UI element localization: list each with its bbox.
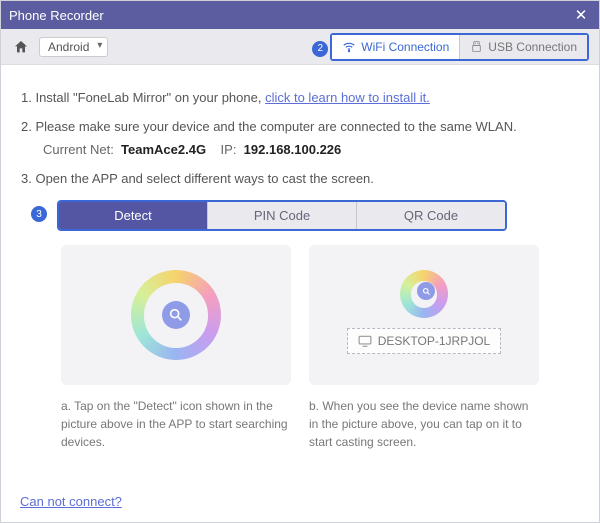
step-3-text: 3. Open the APP and select different way… — [21, 171, 374, 186]
card-device: DESKTOP-1JRPJOL — [309, 245, 539, 385]
monitor-icon — [358, 335, 372, 347]
tab-qrcode[interactable]: QR Code — [356, 202, 505, 229]
cast-method-tabs: 3 Detect PIN Code QR Code — [57, 200, 579, 231]
usb-connection-tab[interactable]: USB Connection — [459, 35, 587, 59]
magnifier-icon — [162, 301, 190, 329]
home-icon[interactable] — [11, 37, 31, 57]
connection-type-group: 2 WiFi Connection USB Connection — [330, 33, 589, 61]
step-1: 1. Install "FoneLab Mirror" on your phon… — [21, 89, 579, 108]
step-badge-3: 3 — [31, 206, 47, 222]
instruction-captions: a. Tap on the "Detect" icon shown in the… — [61, 397, 579, 451]
close-icon[interactable]: ✕ — [571, 6, 591, 24]
step-2-text: 2. Please make sure your device and the … — [21, 119, 517, 134]
device-name-box: DESKTOP-1JRPJOL — [347, 328, 501, 354]
ip-label: IP: — [221, 142, 237, 157]
platform-label: Android — [48, 40, 89, 54]
magnifier-icon-small — [417, 282, 435, 300]
step-2: 2. Please make sure your device and the … — [21, 118, 579, 160]
platform-select[interactable]: Android — [39, 37, 108, 57]
usb-label: USB Connection — [488, 40, 577, 54]
color-wheel-large — [131, 270, 221, 360]
toolbar: Android 2 WiFi Connection USB Connection — [1, 29, 599, 65]
device-name: DESKTOP-1JRPJOL — [378, 334, 490, 348]
step-badge-2: 2 — [312, 41, 328, 57]
step-1-text: 1. Install "FoneLab Mirror" on your phon… — [21, 90, 265, 105]
tab-pincode[interactable]: PIN Code — [207, 202, 356, 229]
main-content: 1. Install "FoneLab Mirror" on your phon… — [1, 65, 599, 455]
window-title: Phone Recorder — [9, 8, 571, 23]
instruction-cards: DESKTOP-1JRPJOL — [61, 245, 579, 385]
color-wheel-small — [400, 270, 448, 318]
cannot-connect-link[interactable]: Can not connect? — [20, 494, 122, 509]
wifi-label: WiFi Connection — [361, 40, 449, 54]
caption-a: a. Tap on the "Detect" icon shown in the… — [61, 397, 291, 451]
net-value: TeamAce2.4G — [121, 142, 206, 157]
net-label: Current Net: — [43, 142, 114, 157]
wifi-connection-tab[interactable]: WiFi Connection — [332, 35, 459, 59]
network-info: Current Net: TeamAce2.4G IP: 192.168.100… — [43, 141, 579, 160]
title-bar: Phone Recorder ✕ — [1, 1, 599, 29]
card-detect — [61, 245, 291, 385]
tab-detect[interactable]: Detect — [59, 202, 207, 229]
usb-icon — [470, 40, 483, 53]
ip-value: 192.168.100.226 — [244, 142, 342, 157]
step-3: 3. Open the APP and select different way… — [21, 170, 579, 189]
install-help-link[interactable]: click to learn how to install it. — [265, 90, 430, 105]
caption-b: b. When you see the device name shown in… — [309, 397, 539, 451]
wifi-icon — [342, 40, 356, 54]
